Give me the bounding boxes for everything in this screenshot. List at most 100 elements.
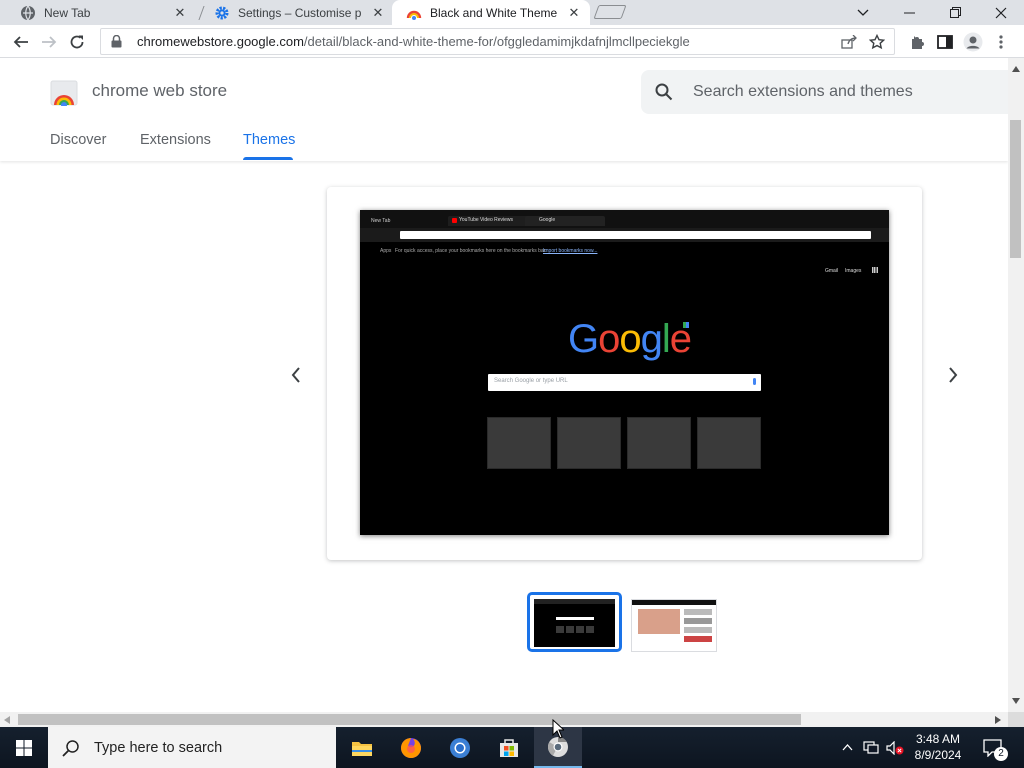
thumbnail-video [638, 609, 680, 634]
chrome-web-store-icon [406, 5, 422, 21]
system-clock[interactable]: 3:48 AM 8/9/2024 [909, 731, 967, 763]
store-search-box[interactable]: Search extensions and themes [641, 70, 1008, 114]
thumb-related [684, 636, 712, 642]
side-panel-icon[interactable] [932, 29, 958, 55]
preview-tab: YouTube Video Reviews [448, 216, 533, 226]
nav-tab-themes[interactable]: Themes [243, 132, 295, 148]
tab-new-tab[interactable]: New Tab ✕ [0, 0, 196, 25]
store-header: chrome web store Search extensions and t… [0, 58, 1008, 161]
windows-taskbar: Type here to search 3:48 AM 8/9/2024 2 [0, 719, 1024, 768]
store-name[interactable]: chrome web store [92, 81, 227, 101]
search-icon [62, 739, 79, 757]
tab-title: New Tab [44, 5, 91, 20]
screenshot-thumbnail-2[interactable] [631, 599, 717, 652]
scroll-left-arrow-icon[interactable] [4, 716, 10, 724]
chrome-web-store-logo[interactable] [50, 78, 78, 106]
thumb-toolbar [632, 600, 716, 605]
close-tab-icon[interactable]: ✕ [172, 5, 188, 21]
browser-toolbar: chromewebstore.google.com/detail/black-a… [0, 25, 1024, 58]
network-icon[interactable] [860, 727, 882, 768]
url-text: chromewebstore.google.com/detail/black-a… [137, 34, 838, 49]
web-page: chrome web store Search extensions and t… [0, 58, 1008, 712]
address-bar[interactable]: chromewebstore.google.com/detail/black-a… [100, 28, 895, 55]
preview-tab-title: Google [539, 217, 556, 223]
more-menu-icon[interactable] [990, 29, 1012, 55]
logo-letter: l [661, 317, 671, 361]
search-input[interactable]: Search extensions and themes [693, 83, 913, 101]
nav-tab-discover[interactable]: Discover [50, 132, 106, 148]
forward-arrow-icon[interactable] [36, 29, 62, 55]
tab-title: Black and White Theme [430, 5, 558, 20]
tab-settings[interactable]: Settings – Customise p ✕ [194, 0, 394, 25]
preview-apps-label: Apps [380, 248, 392, 254]
tab-title: Settings – Customise p [238, 5, 362, 20]
new-tab-button[interactable] [593, 5, 627, 19]
windows-start-button[interactable] [0, 727, 48, 768]
lock-icon[interactable] [111, 35, 127, 48]
mic-icon [753, 378, 756, 385]
file-explorer-icon[interactable] [338, 727, 386, 768]
notifications-icon[interactable]: 2 [978, 727, 1008, 768]
scroll-right-arrow-icon[interactable] [995, 716, 1001, 724]
gear-icon [214, 5, 230, 21]
chevron-right-icon[interactable] [939, 361, 967, 389]
preview-images-link: Images [845, 268, 862, 274]
screenshot-thumbnail-1[interactable] [527, 592, 622, 652]
thumbnail-image [534, 599, 615, 647]
close-tab-icon[interactable]: ✕ [566, 5, 582, 21]
preview-gmail-link: Gmail [825, 268, 839, 274]
close-tab-icon[interactable]: ✕ [370, 5, 386, 21]
close-icon[interactable] [978, 0, 1024, 25]
preview-tab-title: YouTube Video Reviews [459, 217, 514, 223]
profile-avatar-icon[interactable] [960, 29, 986, 55]
preview-search-placeholder: Search Google or type URL [494, 378, 568, 384]
logo-letter: G [568, 317, 599, 361]
thumb-tiles [556, 626, 594, 633]
preview-omnibox [400, 231, 871, 239]
restore-icon[interactable] [932, 0, 978, 25]
url-host: chromewebstore.google.com [137, 34, 304, 49]
bookmark-star-icon[interactable] [866, 31, 888, 53]
doodle-icon [683, 322, 689, 328]
active-tab-indicator [243, 157, 293, 160]
tab-black-and-white-theme[interactable]: Black and White Theme ✕ [392, 0, 590, 25]
tab-strip: New Tab ✕ Settings – Customise p ✕ Black… [0, 0, 1024, 25]
vertical-scroll-thumb[interactable] [1010, 120, 1021, 258]
logo-letter: o [619, 317, 641, 361]
taskbar-search-box[interactable]: Type here to search [48, 727, 336, 768]
extensions-puzzle-icon[interactable] [904, 29, 930, 55]
shortcut-tile [557, 417, 621, 469]
mouse-cursor-icon [552, 719, 564, 739]
preview-tab: Google [525, 216, 605, 226]
minimize-icon[interactable] [886, 0, 932, 25]
clock-date: 8/9/2024 [914, 748, 962, 762]
search-icon[interactable] [655, 81, 677, 103]
screenshot-carousel: New Tab YouTube Video Reviews Google App… [327, 187, 922, 560]
shortcut-tile [487, 417, 551, 469]
preview-search-box: Search Google or type URL [488, 374, 761, 391]
preview-apps-grid-icon [872, 267, 878, 273]
scroll-up-arrow-icon[interactable] [1012, 66, 1020, 72]
scroll-down-arrow-icon[interactable] [1012, 698, 1020, 704]
windows-logo-icon [16, 739, 32, 756]
share-icon[interactable] [838, 31, 860, 53]
reload-icon[interactable] [64, 29, 90, 55]
microsoft-store-icon[interactable] [485, 727, 533, 768]
firefox-icon[interactable] [387, 727, 435, 768]
chevron-down-icon[interactable] [840, 0, 886, 25]
thumb-related [684, 627, 712, 633]
chromium-icon[interactable] [436, 727, 484, 768]
thumb-related [684, 618, 712, 624]
preview-bookmarks-link: Import bookmarks now... [543, 248, 598, 254]
globe-icon [20, 5, 36, 21]
volume-muted-icon[interactable] [884, 727, 906, 768]
horizontal-scroll-thumb[interactable] [18, 714, 801, 725]
preview-bookmarks-text: For quick access, place your bookmarks h… [395, 248, 547, 254]
theme-preview-screenshot[interactable]: New Tab YouTube Video Reviews Google App… [360, 210, 889, 535]
nav-tab-extensions[interactable]: Extensions [140, 132, 211, 148]
back-arrow-icon[interactable] [8, 29, 34, 55]
chevron-left-icon[interactable] [282, 361, 310, 389]
show-hidden-icons-chevron-icon[interactable] [838, 727, 856, 768]
url-path: /detail/black-and-white-theme-for/ofggle… [303, 34, 690, 49]
taskbar-search-input[interactable]: Type here to search [94, 740, 222, 756]
